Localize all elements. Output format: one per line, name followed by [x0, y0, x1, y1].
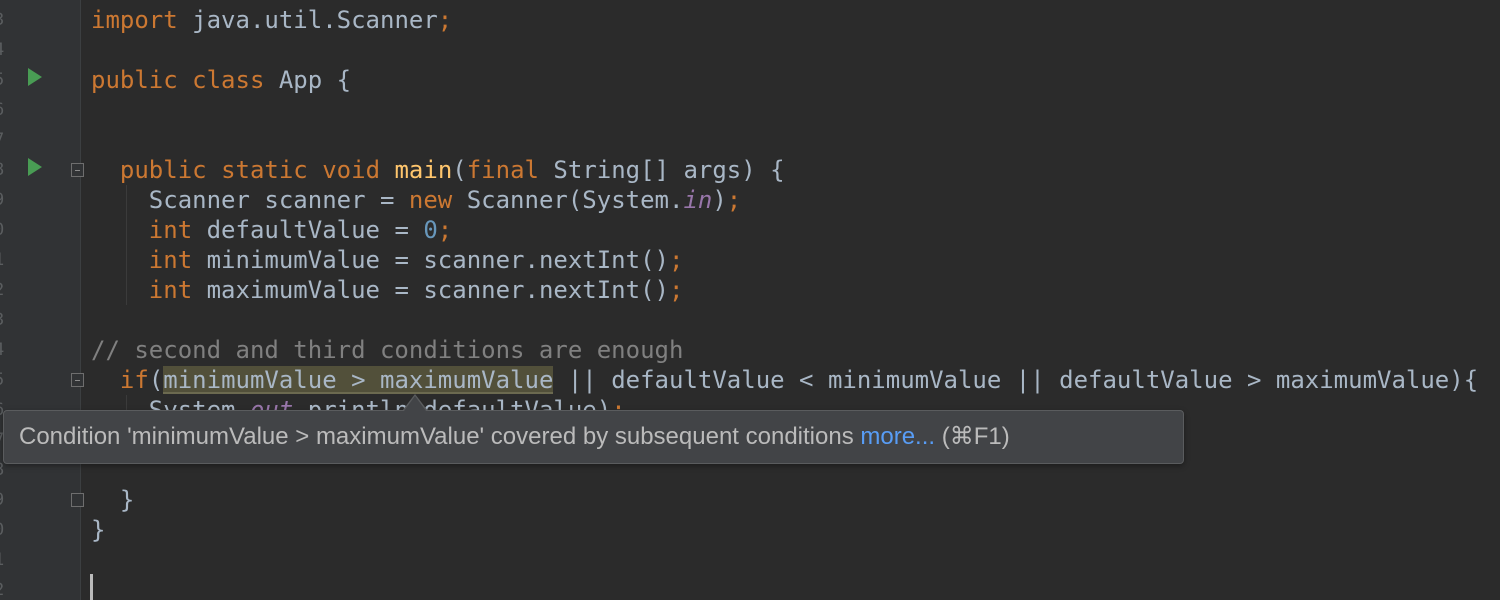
tooltip-shortcut: (⌘F1)	[935, 423, 1010, 450]
line-number: 9	[0, 185, 8, 215]
run-main-icon[interactable]	[28, 158, 42, 176]
line-number: 0	[0, 215, 8, 245]
line-number: 1	[0, 245, 8, 275]
editor-gutter: 3 4 5 6 7 8 9 0 1 2 3 4 5 6 7 8 9 0 1 2	[0, 0, 84, 600]
inspection-tooltip: Condition 'minimumValue > maximumValue' …	[3, 410, 1184, 464]
line-number: 2	[0, 575, 8, 600]
line-number: 5	[0, 365, 8, 395]
line-number: 6	[0, 95, 8, 125]
line-number: 9	[0, 485, 8, 515]
line-number: 2	[0, 275, 8, 305]
code-line-close-inner: }	[119, 486, 135, 514]
code-line-default: int defaultValue = 0;	[148, 216, 453, 244]
line-number: 3	[0, 5, 8, 35]
code-area[interactable]: import java.util.Scanner; public class A…	[91, 5, 1500, 545]
fold-method-icon[interactable]	[71, 163, 84, 177]
more-link[interactable]: more...	[860, 423, 935, 450]
line-number: 4	[0, 335, 8, 365]
tooltip-message: Condition 'minimumValue > maximumValue' …	[19, 423, 861, 450]
tooltip-arrow-inner	[404, 396, 426, 411]
code-line-import: import java.util.Scanner;	[91, 6, 453, 34]
line-number: 3	[0, 305, 8, 335]
code-line-class: public class App {	[91, 66, 352, 94]
code-line-close-outer: }	[91, 516, 106, 544]
run-class-icon[interactable]	[28, 68, 42, 86]
line-number: 7	[0, 125, 8, 155]
code-line-comment: // second and third conditions are enoug…	[91, 336, 684, 364]
code-line-maximum: int maximumValue = scanner.nextInt();	[148, 276, 684, 304]
line-number: 8	[0, 155, 8, 185]
fold-if-icon[interactable]	[71, 373, 84, 387]
line-number: 1	[0, 545, 8, 575]
line-number: 4	[0, 35, 8, 65]
fold-end-icon[interactable]	[71, 493, 84, 507]
text-caret	[90, 574, 93, 600]
code-line-minimum: int minimumValue = scanner.nextInt();	[148, 246, 684, 274]
warning-highlight[interactable]: minimumValue > maximumValue	[163, 366, 554, 394]
code-line-main: public static void main(final String[] a…	[119, 156, 785, 184]
line-number: 5	[0, 65, 8, 95]
code-line-scanner: Scanner scanner = new Scanner(System.in)…	[148, 186, 742, 214]
line-number: 0	[0, 515, 8, 545]
code-editor[interactable]: 3 4 5 6 7 8 9 0 1 2 3 4 5 6 7 8 9 0 1 2 …	[0, 0, 1500, 600]
code-line-if: if(minimumValue > maximumValue || defaul…	[119, 366, 1479, 394]
